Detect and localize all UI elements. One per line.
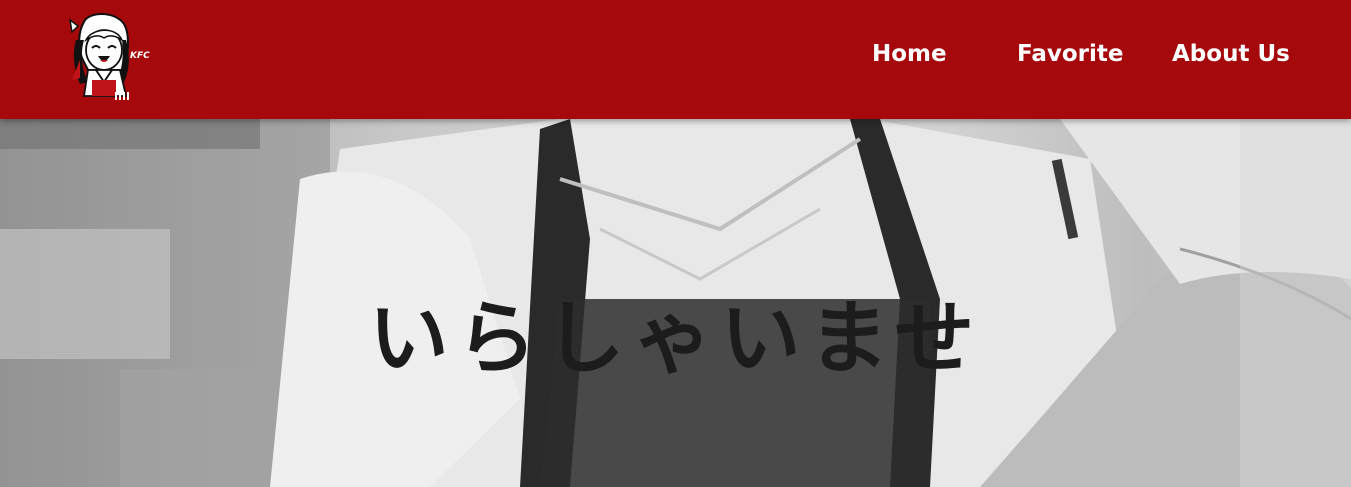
kfc-mascot-logo[interactable]: KFC bbox=[66, 10, 158, 104]
nav-link-favorite[interactable]: Favorite bbox=[1017, 36, 1124, 72]
nav-link-home[interactable]: Home bbox=[872, 36, 947, 72]
hero-banner: いらしゃいませ bbox=[0, 119, 1351, 487]
hero-title: いらしゃいませ bbox=[368, 292, 983, 385]
logo-kfc-text: KFC bbox=[130, 51, 150, 61]
nav-link-about-us[interactable]: About Us bbox=[1172, 36, 1290, 72]
top-navbar: KFC Home Favorite About Us bbox=[0, 0, 1351, 119]
